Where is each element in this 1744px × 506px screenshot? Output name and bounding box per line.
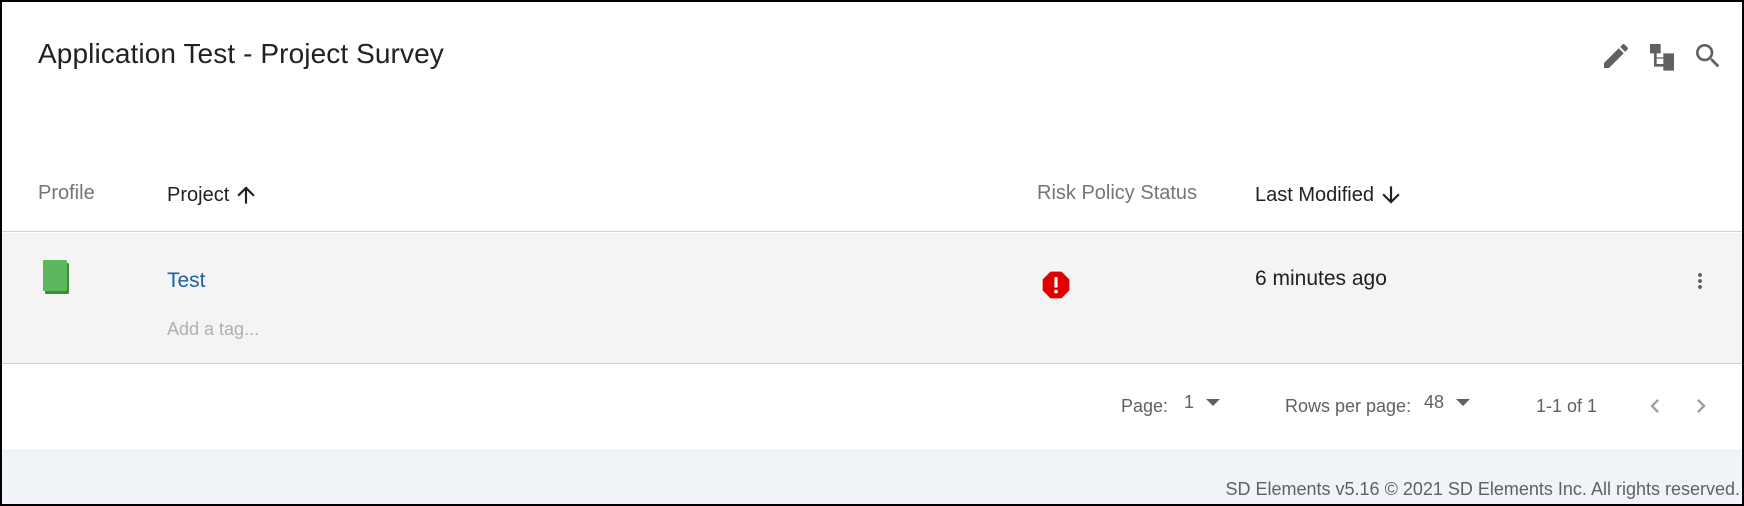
search-icon <box>1696 44 1720 68</box>
rows-per-page-select[interactable]: 48 <box>1424 392 1471 413</box>
caret-down-icon <box>1206 399 1221 406</box>
next-page-button[interactable] <box>1685 390 1717 422</box>
column-header-profile: Profile <box>38 182 95 205</box>
arrow-down-icon <box>1382 186 1400 204</box>
page-label: Page: <box>1121 396 1169 416</box>
green-document-icon <box>43 260 69 294</box>
caret-down-icon <box>1456 399 1471 406</box>
table-row: Test 6 minutes ago <box>2 233 1742 364</box>
chevron-left-icon <box>1650 399 1659 413</box>
column-header-last-modified[interactable]: Last Modified <box>1255 182 1404 208</box>
more-vertical-icon <box>1698 273 1702 289</box>
column-header-project[interactable]: Project <box>167 182 259 208</box>
previous-page-button[interactable] <box>1639 390 1671 422</box>
column-header-modified-label: Last Modified <box>1255 183 1374 206</box>
column-header-profile-label: Profile <box>38 182 95 204</box>
column-header-risk-label: Risk Policy Status <box>1037 182 1198 204</box>
add-tag-input[interactable] <box>167 315 427 343</box>
row-more-menu-button[interactable] <box>1688 265 1712 297</box>
arrow-up-icon <box>237 186 255 204</box>
page-select[interactable]: 1 <box>1184 392 1221 413</box>
table-header: Profile Project Risk Policy Status Last … <box>2 162 1742 232</box>
error-octagon-icon <box>1042 271 1070 299</box>
search-button[interactable] <box>1692 40 1724 72</box>
page-title: Application Test - Project Survey <box>38 38 444 69</box>
hierarchy-icon <box>1650 44 1674 71</box>
last-modified-value: 6 minutes ago <box>1255 267 1387 290</box>
column-header-risk-policy-status: Risk Policy Status <box>1037 182 1197 205</box>
footer: SD Elements v5.16 © 2021 SD Elements Inc… <box>2 450 1742 504</box>
rows-per-page-value: 48 <box>1424 392 1445 412</box>
page-select-value: 1 <box>1184 392 1195 412</box>
column-header-project-label: Project <box>167 183 230 206</box>
chevron-right-icon <box>1697 399 1706 413</box>
pagination: Page: 1 Rows per page: 48 1-1 of 1 <box>2 364 1742 450</box>
pagination-range: 1-1 of 1 <box>1536 396 1598 416</box>
edit-button[interactable] <box>1600 40 1632 72</box>
hierarchy-button[interactable] <box>1646 40 1678 72</box>
project-link[interactable]: Test <box>167 269 206 293</box>
pencil-icon <box>1604 43 1629 68</box>
rows-per-page-label: Rows per page: <box>1285 396 1412 416</box>
header-toolbar <box>1600 40 1724 72</box>
app-frame: Application Test - Project Survey Profil… <box>0 0 1744 506</box>
footer-copyright: SD Elements v5.16 © 2021 SD Elements Inc… <box>1225 479 1741 499</box>
